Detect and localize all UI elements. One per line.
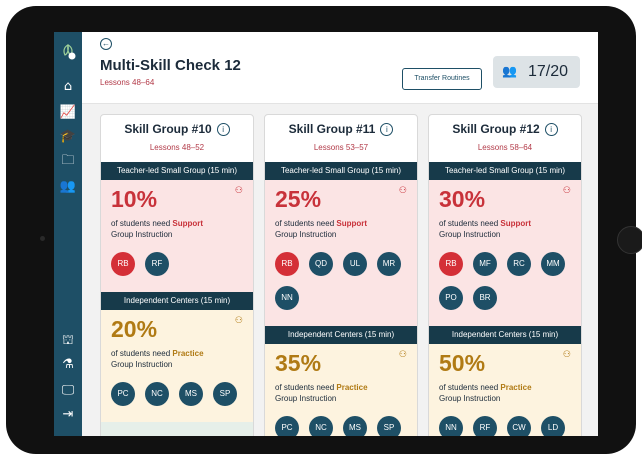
card-header: Skill Group #10 i Lessons 48–52	[101, 115, 253, 162]
teacher-icon: ⚇	[398, 186, 407, 196]
info-icon[interactable]: i	[216, 123, 230, 136]
teacher-led-band: Teacher-led Small Group (15 min)	[101, 162, 253, 180]
graduation-cap-icon[interactable]: 🎓	[59, 128, 77, 146]
practice-description: of students need Practice Group Instructi…	[275, 383, 368, 403]
support-description: of students need Support Group Instructio…	[439, 219, 532, 239]
student-chip[interactable]: RC	[507, 252, 531, 276]
student-chip[interactable]: MF	[473, 252, 497, 276]
skill-group-card: Skill Group #12 i Lessons 58–64 Teacher-l…	[428, 114, 582, 436]
users-icon[interactable]: 👥	[59, 178, 77, 196]
support-section: 30% ⚇ of students need Support Group Inst…	[429, 180, 581, 326]
student-chip[interactable]: CW	[507, 416, 531, 436]
student-chip[interactable]: PC	[111, 382, 135, 406]
card-title: Skill Group #12 i	[429, 122, 581, 136]
practice-section: 35% ⚇ of students need Practice Group Ins…	[265, 344, 417, 436]
practice-section: 20% ⚇ of students need Practice Group Ins…	[101, 310, 253, 422]
teacher-led-band: Teacher-led Small Group (15 min)	[265, 162, 417, 180]
student-chip[interactable]: NC	[145, 382, 169, 406]
card-title: Skill Group #11 i	[265, 122, 417, 136]
student-chip[interactable]: RB	[439, 252, 463, 276]
info-icon[interactable]: i	[380, 123, 394, 136]
next-section-peek	[101, 422, 253, 436]
student-chip[interactable]: MM	[541, 252, 565, 276]
camera-dot	[40, 236, 45, 241]
skill-group-card: Skill Group #10 i Lessons 48–52 Teacher-l…	[100, 114, 254, 436]
support-percent: 30%	[439, 186, 486, 212]
independent-centers-band: Independent Centers (15 min)	[101, 292, 253, 310]
student-chip[interactable]: MS	[179, 382, 203, 406]
support-section: 10% ⚇ of students need Support Group Inst…	[101, 180, 253, 292]
users-icon: 👥	[502, 64, 517, 78]
presentation-icon[interactable]: 🖵	[59, 382, 77, 400]
student-chip[interactable]: MS	[343, 416, 367, 436]
independent-centers-band: Independent Centers (15 min)	[265, 326, 417, 344]
support-description: of students need Support Group Instructio…	[111, 219, 204, 239]
info-icon[interactable]: i	[544, 123, 558, 136]
library-icon[interactable]: ⛫	[59, 332, 77, 350]
practice-section: 50% ⚇ of students need Practice Group Ins…	[429, 344, 581, 436]
student-icon: ⚇	[398, 350, 407, 360]
student-chip[interactable]: LD	[541, 416, 565, 436]
teacher-icon: ⚇	[562, 186, 571, 196]
student-chip[interactable]: NN	[439, 416, 463, 436]
card-lessons: Lessons 53–57	[313, 143, 369, 152]
transfer-routines-button[interactable]: Transfer Routines	[402, 68, 482, 90]
main-content: ← Multi-Skill Check 12 Lessons 48–64 Tra…	[82, 32, 598, 436]
student-count: 17/20	[528, 63, 569, 80]
student-chip[interactable]: BR	[473, 286, 497, 310]
support-percent: 25%	[275, 186, 322, 212]
home-button[interactable]	[617, 226, 642, 254]
card-lessons: Lessons 58–64	[477, 143, 533, 152]
student-chip[interactable]: SP	[213, 382, 237, 406]
student-chip[interactable]: RF	[473, 416, 497, 436]
student-chip[interactable]: NC	[309, 416, 333, 436]
student-chip[interactable]: RB	[275, 252, 299, 276]
student-icon: ⚇	[562, 350, 571, 360]
card-title: Skill Group #10 i	[101, 122, 253, 136]
support-section: 25% ⚇ of students need Support Group Inst…	[265, 180, 417, 326]
card-lessons: Lessons 48–52	[149, 143, 205, 152]
page-subtitle: Lessons 48–64	[100, 78, 155, 87]
card-header: Skill Group #11 i Lessons 53–57	[265, 115, 417, 162]
back-arrow-icon[interactable]: ←	[100, 38, 112, 50]
flask-icon[interactable]: ⚗	[59, 356, 77, 374]
student-count-badge: 👥 17/20	[493, 56, 580, 88]
practice-description: of students need Practice Group Instructi…	[111, 349, 204, 369]
chart-icon[interactable]: 📈	[59, 104, 77, 122]
student-chip[interactable]: NN	[275, 286, 299, 310]
folder-icon[interactable]: 🗀	[59, 152, 77, 170]
student-icon: ⚇	[234, 316, 243, 326]
logo-icon[interactable]	[58, 42, 78, 62]
independent-centers-band: Independent Centers (15 min)	[429, 326, 581, 344]
card-header: Skill Group #12 i Lessons 58–64	[429, 115, 581, 162]
support-description: of students need Support Group Instructio…	[275, 219, 368, 239]
skill-group-card: Skill Group #11 i Lessons 53–57 Teacher-l…	[264, 114, 418, 436]
student-chip[interactable]: PC	[275, 416, 299, 436]
student-chip[interactable]: RB	[111, 252, 135, 276]
home-icon[interactable]: ⌂	[59, 78, 77, 96]
logout-icon[interactable]: ⇥	[59, 406, 77, 424]
support-percent: 10%	[111, 186, 158, 212]
practice-percent: 50%	[439, 350, 486, 376]
page-title: Multi-Skill Check 12	[100, 57, 241, 74]
student-chip[interactable]: RF	[145, 252, 169, 276]
student-chip[interactable]: QD	[309, 252, 333, 276]
teacher-led-band: Teacher-led Small Group (15 min)	[429, 162, 581, 180]
practice-percent: 35%	[275, 350, 322, 376]
practice-description: of students need Practice Group Instructi…	[439, 383, 532, 403]
student-chip[interactable]: PO	[439, 286, 463, 310]
practice-percent: 20%	[111, 316, 158, 342]
sidebar: ⌂ 📈 🎓 🗀 👥 ⛫ ⚗ 🖵 ⇥	[54, 32, 82, 436]
student-chip[interactable]: SP	[377, 416, 401, 436]
student-chip[interactable]: MR	[377, 252, 401, 276]
app-screen: ⌂ 📈 🎓 🗀 👥 ⛫ ⚗ 🖵 ⇥ ← Multi-Skill Check 12…	[54, 32, 598, 436]
student-chip[interactable]: UL	[343, 252, 367, 276]
teacher-icon: ⚇	[234, 186, 243, 196]
page-header: ← Multi-Skill Check 12 Lessons 48–64 Tra…	[82, 32, 598, 104]
